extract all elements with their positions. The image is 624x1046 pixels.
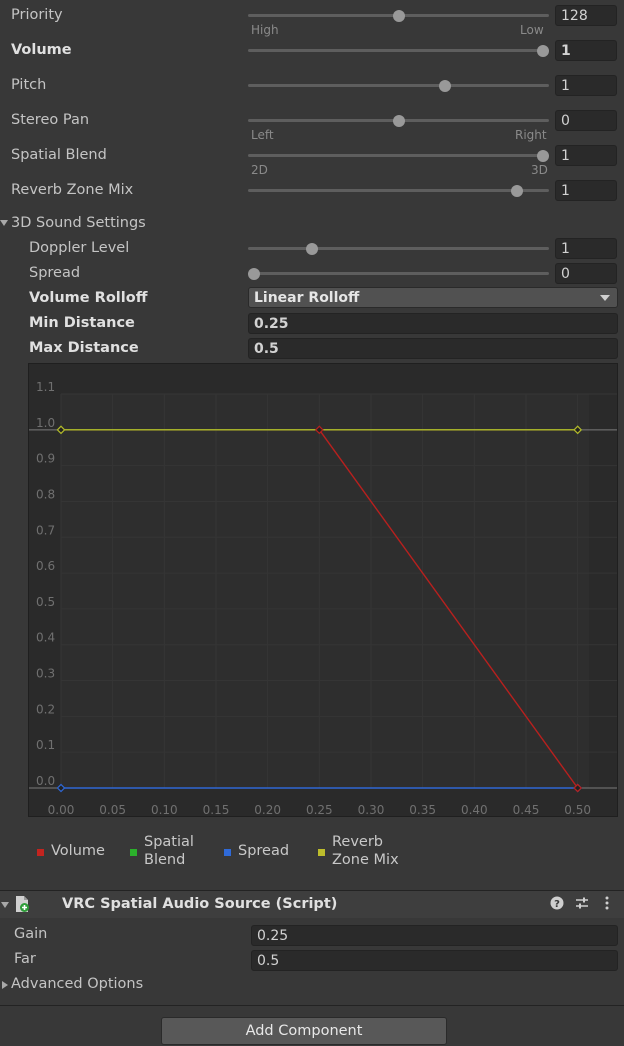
gain-label: Gain: [14, 926, 48, 942]
x-tick-label: 0.40: [461, 803, 488, 816]
x-tick-label: 0.10: [151, 803, 178, 816]
volume-slider-track[interactable]: [248, 49, 549, 52]
priority-max-label: Low: [520, 23, 544, 37]
spatial-blend-min-label: 2D: [251, 163, 268, 177]
y-tick-label: 0.1: [36, 738, 55, 752]
reverb-zone-mix-field[interactable]: 1: [555, 180, 617, 201]
component-foldout-icon[interactable]: [1, 902, 9, 908]
spatial-blend-slider-thumb[interactable]: [537, 150, 549, 162]
spatial-blend-slider-track[interactable]: [248, 154, 549, 157]
x-tick-label: 0.00: [48, 803, 75, 816]
legend-spatial-blend-swatch: [130, 849, 137, 856]
y-tick-label: 0.2: [36, 702, 55, 716]
priority-label: Priority: [11, 7, 63, 23]
svg-text:?: ?: [554, 899, 560, 910]
spatial-blend-label: Spatial Blend: [11, 147, 107, 163]
far-field[interactable]: 0.5: [251, 950, 618, 971]
pitch-slider-track[interactable]: [248, 84, 549, 87]
bottom-separator: [0, 1005, 624, 1006]
y-tick-label: 0.6: [36, 559, 55, 573]
pitch-field[interactable]: 1: [555, 75, 617, 96]
doppler-level-label: Doppler Level: [29, 240, 130, 256]
priority-min-label: High: [251, 23, 279, 37]
legend-spatial-blend-label-1: Spatial: [144, 834, 194, 850]
y-tick-label: 0.7: [36, 523, 55, 537]
spread-slider-thumb[interactable]: [248, 268, 260, 280]
y-tick-label: 0.3: [36, 667, 55, 681]
legend-volume-label: Volume: [51, 843, 105, 859]
stereo-pan-min-label: Left: [251, 128, 274, 142]
3d-sound-settings-header[interactable]: 3D Sound Settings: [11, 215, 146, 231]
stereo-pan-field[interactable]: 0: [555, 110, 617, 131]
doppler-level-slider-track[interactable]: [248, 247, 549, 250]
legend-reverb-zone-mix-label-1: Reverb: [332, 834, 384, 850]
stereo-pan-label: Stereo Pan: [11, 112, 90, 128]
advanced-options-foldout-icon[interactable]: [2, 981, 8, 989]
legend-spatial-blend-label-2: Blend: [144, 852, 186, 868]
volume-rolloff-value: Linear Rolloff: [254, 290, 360, 306]
spread-slider-track[interactable]: [248, 272, 549, 275]
add-component-button[interactable]: Add Component: [161, 1017, 447, 1045]
spatial-blend-field[interactable]: 1: [555, 145, 617, 166]
volume-rolloff-dropdown[interactable]: Linear Rolloff: [248, 287, 618, 308]
plot-area: [61, 394, 589, 788]
x-tick-label: 0.45: [513, 803, 540, 816]
component-title: VRC Spatial Audio Source (Script): [62, 896, 338, 912]
y-tick-label: 0.4: [36, 631, 55, 645]
x-tick-label: 0.30: [358, 803, 385, 816]
max-distance-field[interactable]: 0.5: [248, 338, 618, 359]
stereo-pan-max-label: Right: [515, 128, 547, 142]
far-label: Far: [14, 951, 36, 967]
min-distance-field[interactable]: 0.25: [248, 313, 618, 334]
x-tick-label: 0.25: [306, 803, 333, 816]
gain-field[interactable]: 0.25: [251, 925, 618, 946]
legend-reverb-zone-mix-swatch: [318, 849, 325, 856]
x-tick-label: 0.05: [99, 803, 126, 816]
presets-icon[interactable]: [575, 896, 589, 914]
priority-slider-thumb[interactable]: [392, 10, 405, 22]
y-tick-label: 0.0: [36, 774, 55, 788]
y-tick-label: 0.8: [36, 487, 55, 501]
priority-field[interactable]: 128: [555, 5, 617, 26]
volume-slider-thumb[interactable]: [537, 45, 549, 57]
doppler-level-slider-thumb[interactable]: [305, 243, 318, 255]
y-tick-label: 0.9: [36, 452, 55, 466]
volume-field[interactable]: 1: [555, 40, 617, 61]
x-tick-label: 0.50: [564, 803, 591, 816]
stereo-pan-slider-thumb[interactable]: [392, 115, 405, 127]
x-tick-label: 0.35: [409, 803, 436, 816]
y-tick-label: 0.5: [36, 595, 55, 609]
spatial-blend-max-label: 3D: [531, 163, 548, 177]
volume-rolloff-label: Volume Rolloff: [29, 290, 148, 306]
y-tick-label: 1.0: [36, 416, 55, 430]
reverb-zone-mix-slider-thumb[interactable]: [510, 185, 523, 197]
advanced-options-label[interactable]: Advanced Options: [11, 976, 143, 992]
reverb-zone-mix-label: Reverb Zone Mix: [11, 182, 134, 198]
rolloff-curve-chart[interactable]: 0.00 0.05 0.10 0.15 0.20 0.25 0.30 0.35 0.40 0.45…: [29, 364, 617, 816]
spread-label: Spread: [29, 265, 81, 281]
pitch-slider-thumb[interactable]: [438, 80, 451, 92]
spread-field[interactable]: 0: [555, 263, 617, 284]
x-tick-label: 0.15: [203, 803, 230, 816]
max-distance-label: Max Distance: [29, 340, 139, 356]
volume-label: Volume: [11, 42, 72, 58]
pitch-label: Pitch: [11, 77, 47, 93]
doppler-level-field[interactable]: 1: [555, 238, 617, 259]
rolloff-curve-panel[interactable]: 0.00 0.05 0.10 0.15 0.20 0.25 0.30 0.35 0.40 0.45…: [28, 363, 618, 817]
legend-spread-swatch: [224, 849, 231, 856]
legend-spread-label: Spread: [238, 843, 290, 859]
x-tick-label: 0.20: [254, 803, 281, 816]
reverb-zone-mix-slider-track[interactable]: [248, 189, 549, 192]
kebab-menu-icon[interactable]: [604, 896, 610, 914]
foldout-expanded-icon[interactable]: [0, 220, 8, 226]
min-distance-label: Min Distance: [29, 315, 135, 331]
legend-volume-swatch: [37, 849, 44, 856]
help-icon[interactable]: ?: [550, 896, 564, 914]
script-icon: [13, 895, 31, 913]
legend-reverb-zone-mix-label-2: Zone Mix: [332, 852, 399, 868]
dropdown-caret-icon: [600, 295, 610, 301]
y-tick-label: 1.1: [36, 380, 55, 394]
